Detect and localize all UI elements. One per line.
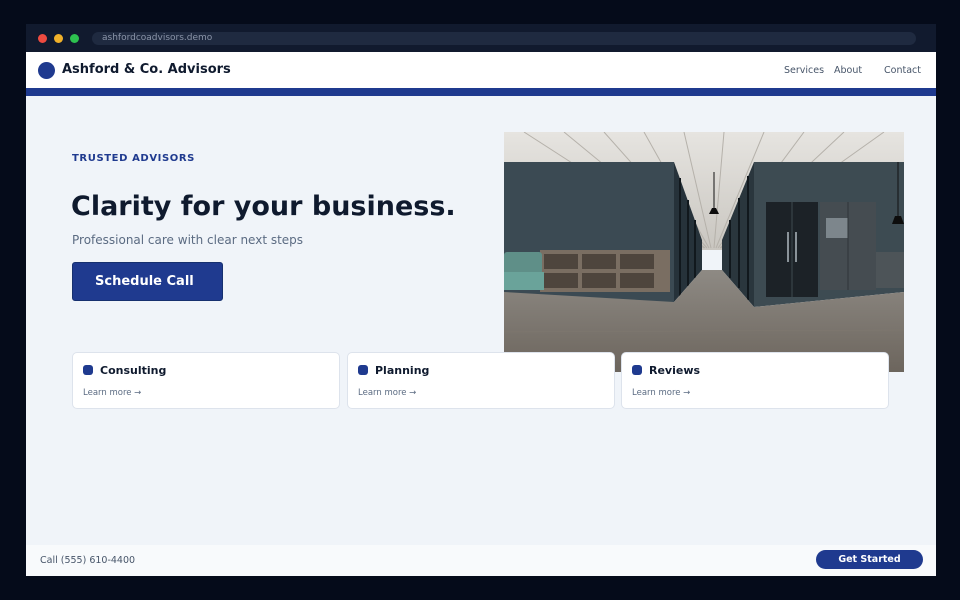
consulting-square-icon (83, 365, 93, 375)
card-title: Planning (375, 364, 430, 377)
site-header: Ashford & Co. Advisors Services About Co… (26, 52, 936, 88)
schedule-call-button[interactable]: Schedule Call (72, 262, 223, 301)
planning-square-icon (358, 365, 368, 375)
header-accent-stripe (26, 88, 936, 96)
hero-eyebrow: TRUSTED ADVISORS (72, 153, 195, 164)
reviews-square-icon (632, 365, 642, 375)
learn-more-link[interactable]: Learn more → (358, 388, 416, 399)
service-card-planning[interactable]: Planning Learn more → (347, 352, 615, 409)
sticky-footer-bar: Call (555) 610-4400 Get Started (26, 545, 936, 576)
maximize-window-icon[interactable] (70, 34, 79, 43)
address-bar[interactable]: ashfordcoadvisors.demo (92, 32, 916, 45)
service-card-consulting[interactable]: Consulting Learn more → (72, 352, 340, 409)
hero-subtitle: Professional care with clear next steps (72, 233, 304, 247)
card-title: Consulting (100, 364, 167, 377)
browser-window: ashfordcoadvisors.demo Ashford & Co. Adv… (26, 24, 936, 576)
learn-more-link[interactable]: Learn more → (83, 388, 141, 399)
learn-more-link[interactable]: Learn more → (632, 388, 690, 399)
hero-title: Clarity for your business. (71, 191, 456, 222)
brand-name[interactable]: Ashford & Co. Advisors (62, 62, 231, 78)
nav-link-services[interactable]: Services (784, 65, 824, 77)
nav-link-contact[interactable]: Contact (884, 65, 921, 77)
phone-number[interactable]: Call (555) 610-4400 (40, 555, 135, 567)
hero-office-image (504, 132, 904, 372)
service-card-reviews[interactable]: Reviews Learn more → (621, 352, 889, 409)
close-window-icon[interactable] (38, 34, 47, 43)
minimize-window-icon[interactable] (54, 34, 63, 43)
nav-link-about[interactable]: About (834, 65, 862, 77)
card-title: Reviews (649, 364, 701, 377)
brand-logo-icon[interactable] (38, 62, 55, 79)
office-corridor-illustration (504, 132, 904, 372)
browser-chrome: ashfordcoadvisors.demo (26, 24, 936, 52)
get-started-button[interactable]: Get Started (816, 550, 923, 569)
